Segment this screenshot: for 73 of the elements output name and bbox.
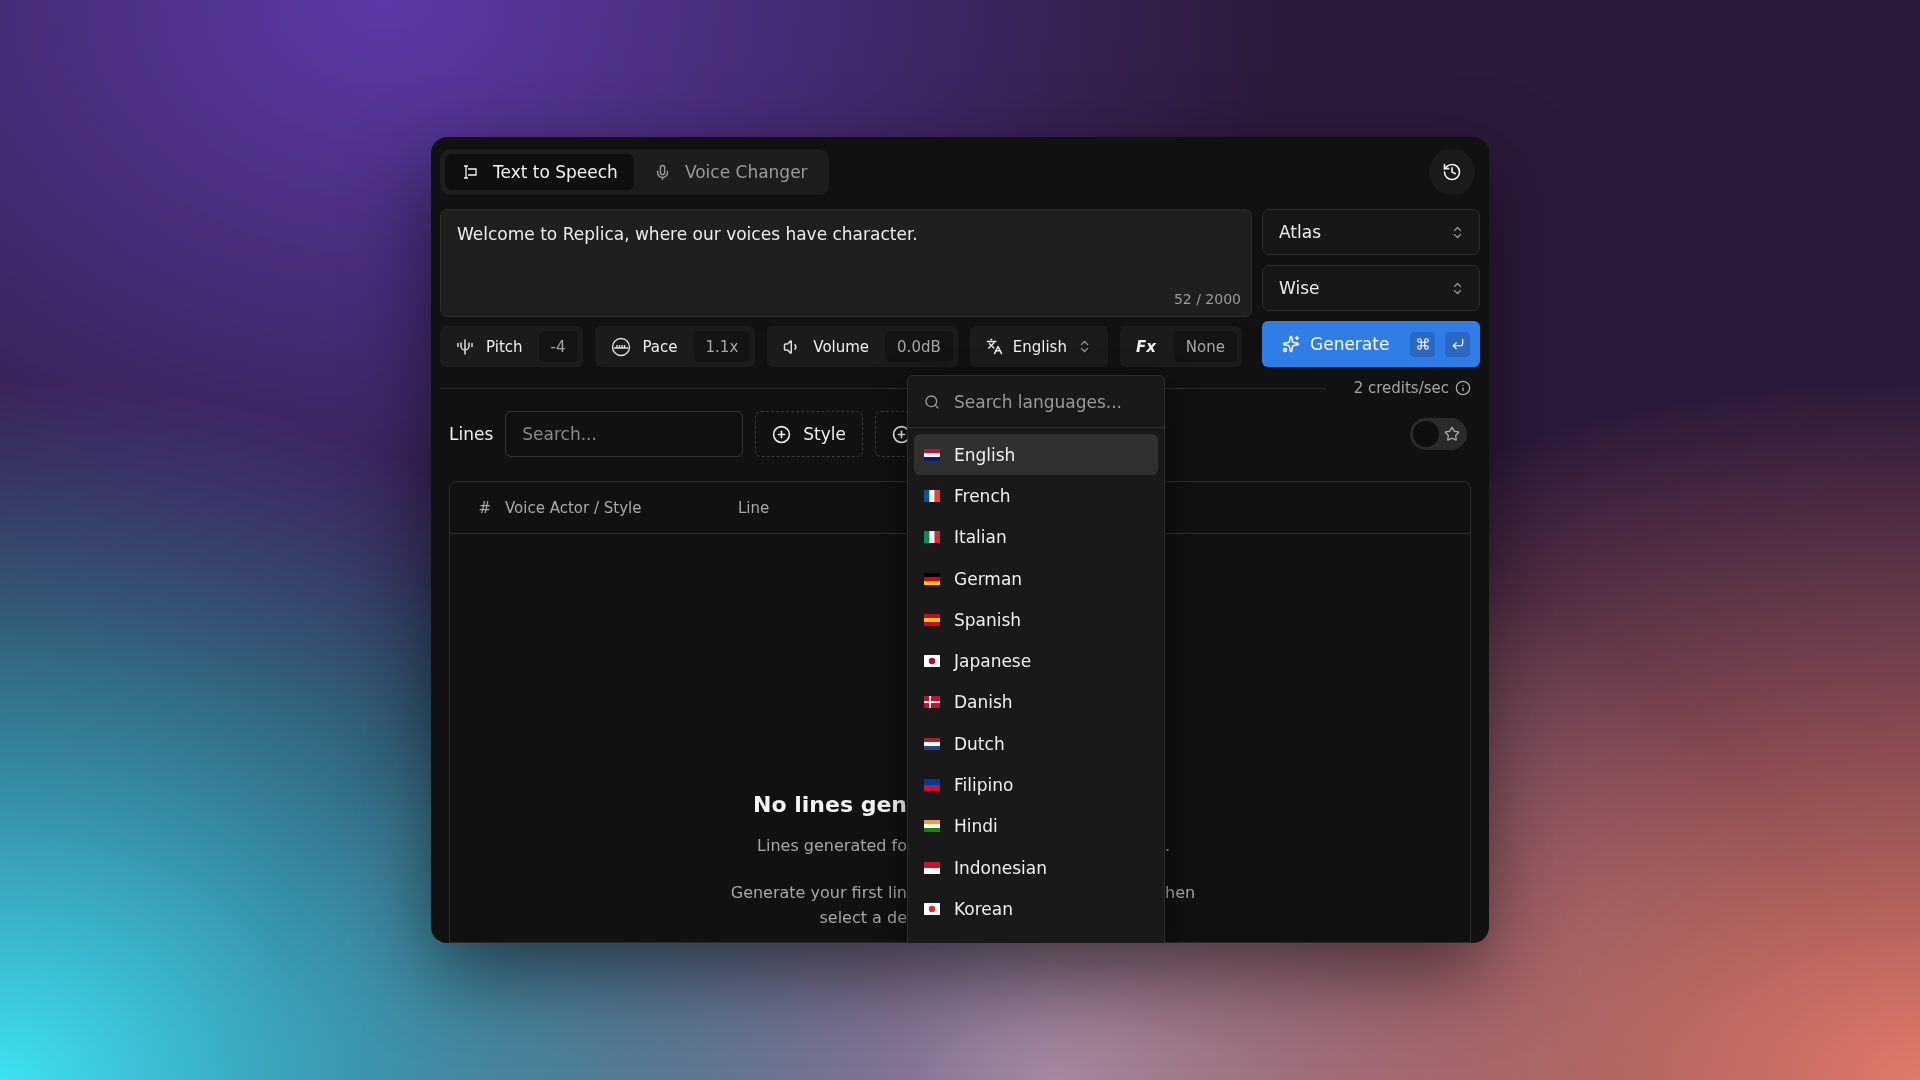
empty-state-text: Generate your first lin: [730, 883, 907, 902]
language-select[interactable]: English: [969, 326, 1108, 367]
column-header: Voice Actor / Style: [505, 498, 642, 517]
flag-icon: [924, 737, 940, 750]
search-icon: [924, 393, 940, 410]
language-search-field[interactable]: Search languages...: [952, 390, 1148, 413]
enter-key-icon: [1445, 331, 1470, 357]
flag-icon: [924, 489, 940, 502]
flag-icon: [924, 779, 940, 791]
column-header: Line: [738, 498, 770, 517]
history-icon: [1442, 162, 1462, 182]
language-option[interactable]: Dutch: [914, 723, 1158, 765]
flag-icon: [924, 696, 940, 709]
favorites-toggle[interactable]: [1410, 418, 1467, 450]
fx-value: None: [1173, 331, 1237, 362]
language-option[interactable]: French: [914, 475, 1158, 517]
empty-state-text: Lines generated fo: [757, 836, 907, 855]
plus-circle-icon: [772, 424, 792, 444]
add-filter-button[interactable]: Style: [755, 411, 863, 457]
pace-value: 1.1x: [693, 331, 751, 362]
voice-select[interactable]: Atlas: [1262, 209, 1480, 255]
generate-button[interactable]: Generate: [1262, 321, 1480, 367]
volume-value: 0.0dB: [885, 331, 953, 362]
translate-icon: [985, 338, 1003, 355]
fx-control[interactable]: Fx None: [1119, 326, 1242, 367]
info-icon[interactable]: [1455, 380, 1471, 396]
flag-icon: [924, 902, 940, 915]
mode-tab[interactable]: Voice Changer: [637, 154, 824, 190]
language-option[interactable]: Danish: [914, 681, 1158, 724]
pitch-label: Pitch: [486, 337, 523, 356]
empty-state-title: No lines gen: [753, 792, 907, 817]
fx-label: Fx: [1135, 337, 1156, 356]
pace-label: Pace: [642, 337, 678, 356]
text-cursor-icon: [461, 163, 479, 181]
column-header: #: [478, 498, 492, 517]
sparkles-icon: [1282, 335, 1300, 353]
star-icon: [1444, 426, 1460, 442]
language-option[interactable]: Filipino: [914, 764, 1158, 806]
language-option[interactable]: English: [914, 434, 1158, 476]
pitch-icon: [456, 337, 474, 356]
language-option[interactable]: Spanish: [914, 599, 1158, 641]
language-option[interactable]: German: [914, 557, 1158, 600]
language-option[interactable]: Korean: [914, 888, 1158, 930]
language-option[interactable]: Italian: [914, 516, 1158, 558]
lines-search-field[interactable]: Search...: [505, 411, 744, 457]
flag-icon: [924, 820, 940, 833]
gauge-icon: [610, 336, 631, 357]
language-option[interactable]: Indonesian: [914, 846, 1158, 889]
flag-icon: [924, 448, 940, 461]
language-option[interactable]: Hindi: [914, 805, 1158, 847]
character-counter: 52 / 2000: [1173, 291, 1241, 307]
pitch-value: -4: [538, 331, 578, 362]
pitch-control[interactable]: Pitch -4: [440, 326, 583, 367]
style-select[interactable]: Wise: [1262, 265, 1480, 311]
script-text: Welcome to Replica, where our voices have character.: [457, 224, 918, 244]
language-option[interactable]: Japanese: [914, 640, 1158, 682]
empty-state-text: .: [1165, 836, 1171, 855]
pace-control[interactable]: Pace 1.1x: [594, 326, 756, 367]
flag-icon: [924, 531, 940, 544]
mode-tab[interactable]: Text to Speech: [445, 154, 634, 190]
empty-state-text: select a de: [819, 908, 907, 927]
flag-icon: [924, 655, 940, 668]
flag-icon: [924, 613, 940, 626]
volume-label: Volume: [813, 337, 870, 356]
flag-icon: [924, 861, 940, 874]
lines-title: Lines: [449, 424, 494, 444]
script-text-field[interactable]: Welcome to Replica, where our voices have character. 52 / 2000: [440, 209, 1252, 317]
flag-icon: [924, 572, 940, 585]
empty-state-text: hen: [1165, 883, 1196, 902]
volume-control[interactable]: Volume 0.0dB: [767, 326, 958, 367]
credits-rate: 2 credits/sec: [1353, 379, 1449, 397]
history-button[interactable]: [1429, 149, 1475, 195]
command-key-icon: [1410, 331, 1435, 357]
